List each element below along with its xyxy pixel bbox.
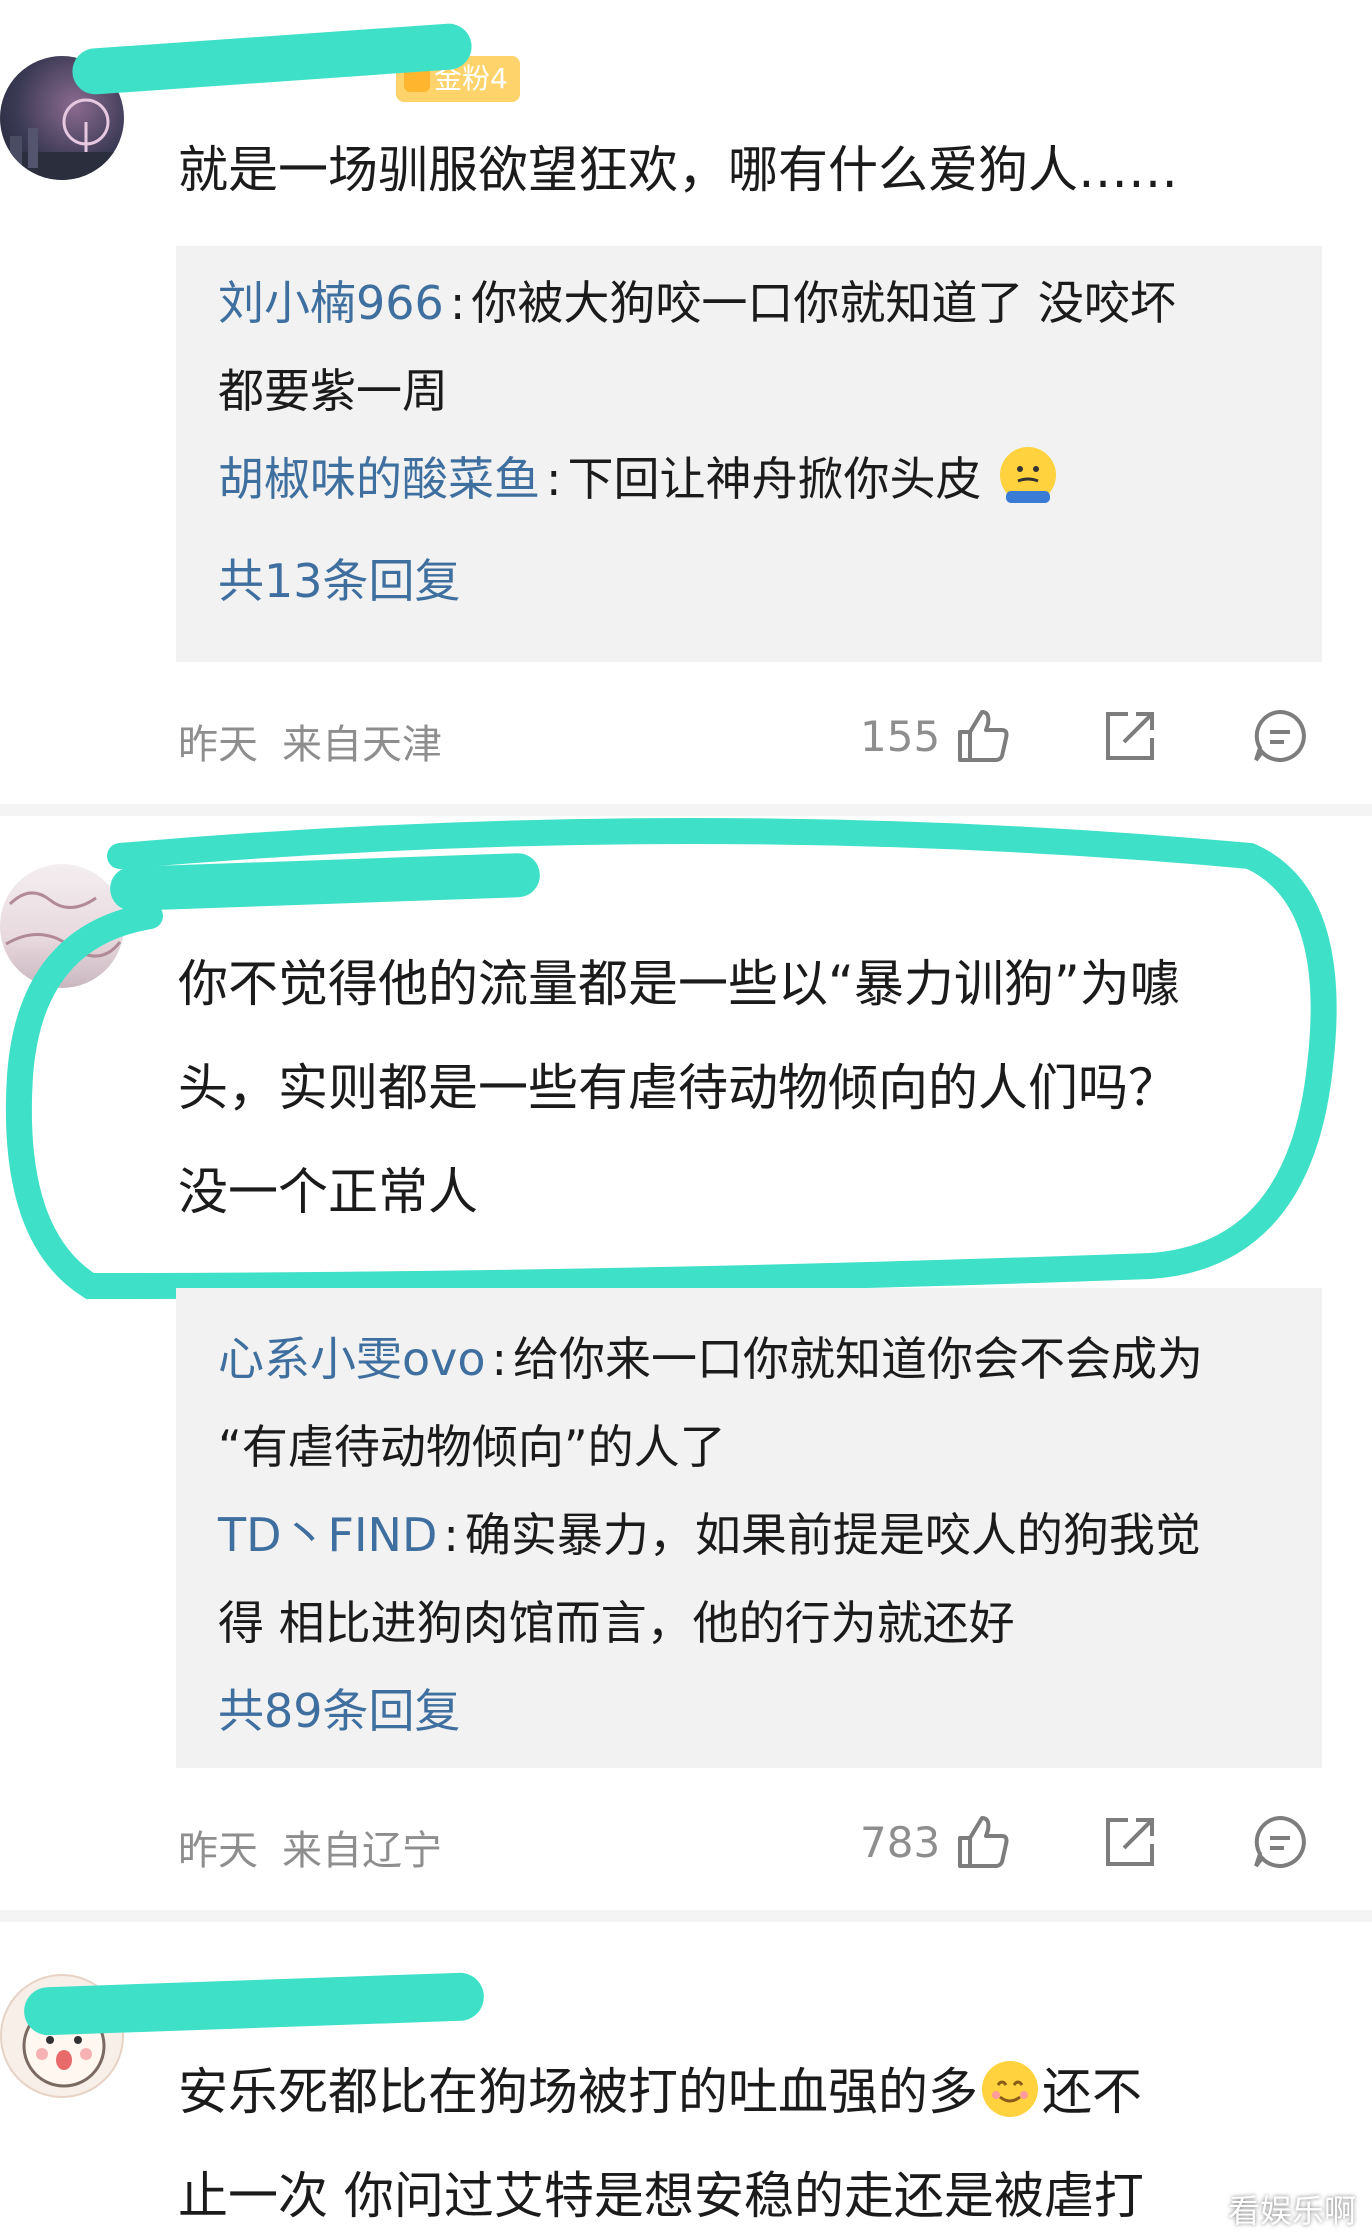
view-all-replies-link[interactable]: 共13条回复 <box>218 536 461 626</box>
share-icon[interactable] <box>1100 1812 1160 1872</box>
reply-colon: : <box>546 452 562 506</box>
reply-box[interactable]: 心系小雯ovo: 给你来一口你就知道你会不会成为 “有虐待动物倾向”的人了 TD丶… <box>176 1304 1322 1768</box>
like-count[interactable]: 783 <box>860 1818 940 1867</box>
reply-username[interactable]: 胡椒味的酸菜鱼 <box>218 452 540 506</box>
comment-3: 安乐死都比在狗场被打的吐血强的多 还不 止一次 你问过艾特是想安稳的走还是被虐打… <box>0 1922 1372 2240</box>
comment-icon[interactable] <box>1250 706 1310 766</box>
highlight-circle <box>5 818 1337 1300</box>
reply-1[interactable]: 刘小楠966: 你被大狗咬一口你就知道了 没咬坏 <box>218 258 1176 348</box>
comment-text-line-1: 安乐死都比在狗场被打的吐血强的多 还不 <box>178 2040 1142 2144</box>
thumbs-up-icon[interactable] <box>952 706 1012 766</box>
reply-text: 你被大狗咬一口你就知道了 没咬坏 <box>471 276 1176 330</box>
share-icon[interactable] <box>1100 706 1160 766</box>
reply-colon: : <box>443 1508 459 1562</box>
reply-box[interactable]: 刘小楠966: 你被大狗咬一口你就知道了 没咬坏 都要紫一周 胡椒味的酸菜鱼: 下回… <box>176 246 1322 662</box>
smile-emoji-icon <box>982 2061 1038 2117</box>
watermark: 看娱乐啊 <box>1227 2192 1356 2230</box>
reply-username[interactable]: 刘小楠966 <box>218 276 444 330</box>
comment-text: 安乐死都比在狗场被打的吐血强的多 <box>178 2063 978 2121</box>
comment-text: 就是一场驯服欲望狂欢，哪有什么爱狗人…… <box>178 141 1178 199</box>
reply-username[interactable]: 心系小雯ovo <box>218 1332 486 1386</box>
reply-2[interactable]: 胡椒味的酸菜鱼: 下回让神舟掀你头皮 <box>218 434 1060 524</box>
thumbs-up-icon[interactable] <box>952 1812 1012 1872</box>
reply-text: 确实暴力，如果前提是咬人的狗我觉 <box>464 1508 1201 1562</box>
reply-username[interactable]: TD丶FIND <box>218 1508 437 1562</box>
reply-colon: : <box>449 276 466 330</box>
reply-1-cont: “有虐待动物倾向”的人了 <box>218 1420 726 1474</box>
comment-icon[interactable] <box>1250 1812 1310 1872</box>
reply-2-cont: 得 相比进狗肉馆而言，他的行为就还好 <box>218 1596 1015 1650</box>
comment-1: 金粉4 就是一场驯服欲望狂欢，哪有什么爱狗人…… 刘小楠966: 你被大狗咬一口你… <box>0 0 1372 800</box>
comment-location: 来自天津 <box>282 722 442 768</box>
reply-1[interactable]: 心系小雯ovo: 给你来一口你就知道你会不会成为 <box>218 1314 1203 1404</box>
shrug-emoji-icon <box>1000 447 1057 503</box>
comment-text-line-2: 止一次 你问过艾特是想安稳的走还是被虐打 <box>178 2167 1144 2225</box>
reply-text: 下回让神舟掀你头皮 <box>567 452 982 506</box>
view-all-replies-link[interactable]: 共89条回复 <box>218 1666 461 1756</box>
comment-meta: 昨天 来自辽宁 <box>178 1818 442 1876</box>
divider <box>0 804 1372 816</box>
reply-text: 给你来一口你就知道你会不会成为 <box>513 1332 1204 1386</box>
comment-time: 昨天 <box>178 722 258 768</box>
like-count[interactable]: 155 <box>860 712 940 761</box>
comment-text-suffix: 还不 <box>1042 2063 1142 2121</box>
divider <box>0 1910 1372 1922</box>
comment-meta: 昨天 来自天津 <box>178 712 442 770</box>
reply-colon: : <box>491 1332 508 1386</box>
reply-1-cont: 都要紫一周 <box>218 364 448 418</box>
comment-location: 来自辽宁 <box>282 1828 442 1874</box>
comment-time: 昨天 <box>178 1828 258 1874</box>
comment-2: 你不觉得他的流量都是一些以“暴力训狗”为噱 头，实则都是一些有虐待动物倾向的人们… <box>0 816 1372 1916</box>
reply-2[interactable]: TD丶FIND: 确实暴力，如果前提是咬人的狗我觉 <box>218 1490 1201 1580</box>
